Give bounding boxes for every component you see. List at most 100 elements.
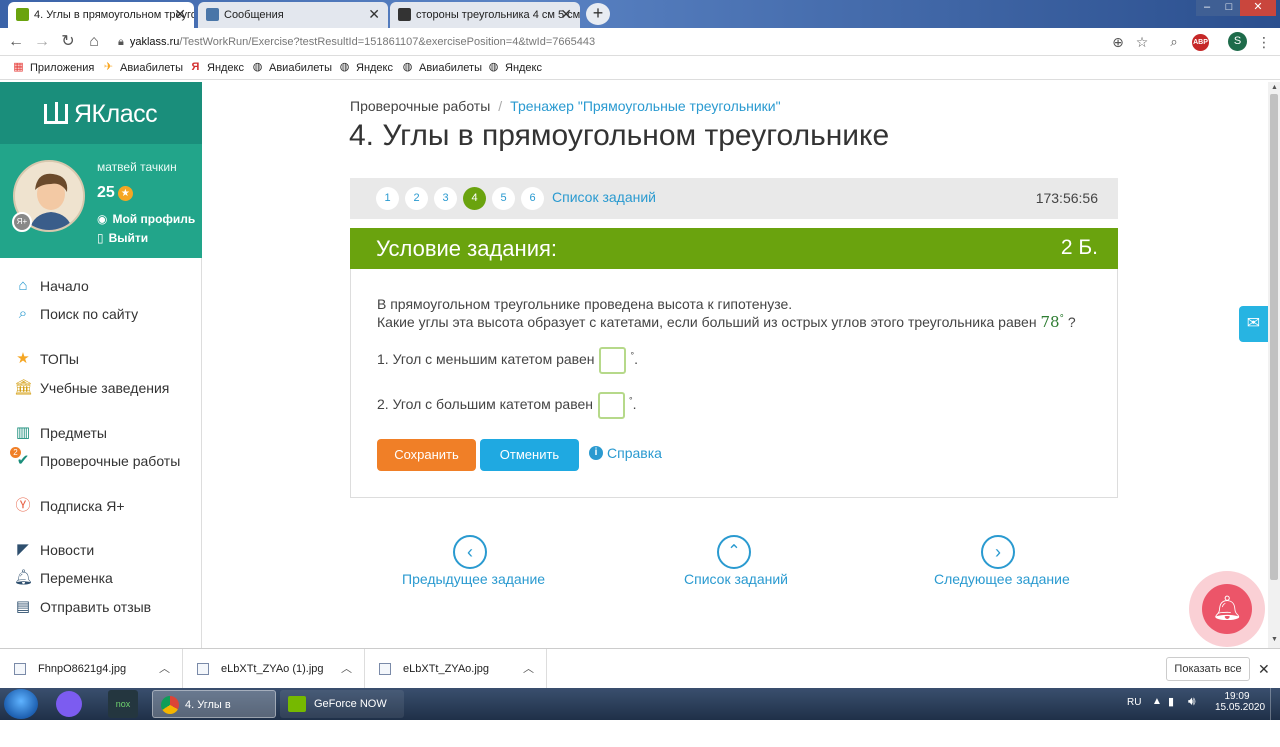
close-tab-icon[interactable]: ✕	[368, 6, 380, 23]
reload-icon[interactable]: ↻	[58, 32, 78, 52]
answer-row-2: 2. Угол с большим катетом равен °.	[377, 392, 637, 419]
books-icon: ▥	[15, 424, 31, 441]
image-file-icon	[197, 663, 209, 675]
search-icon[interactable]: ⌕	[1164, 32, 1184, 52]
taskbar-geforce-item[interactable]: GeForce NOW	[280, 690, 404, 718]
sidebar: ЯКласс Я+ матвей тачкин 25 ★ ◉ Мой профиль…	[0, 82, 202, 648]
menu-label: Начало	[40, 278, 89, 294]
bookmark-item[interactable]: ◍ Авиабилеты	[401, 60, 482, 76]
bookmark-apps[interactable]: ▦ Приложения	[12, 60, 94, 76]
close-tab-icon[interactable]: ✕	[174, 6, 186, 23]
bookmark-item[interactable]: Я Яндекс	[189, 60, 244, 76]
close-window-button[interactable]: ✕	[1240, 0, 1276, 16]
next-task-link[interactable]: Следующее задание	[934, 571, 1070, 587]
brand-header[interactable]: ЯКласс	[0, 82, 202, 144]
menu-item-subscription[interactable]: Ⓨ Подписка Я+	[14, 496, 124, 516]
home-icon[interactable]: ⌂	[84, 32, 104, 52]
page-button-2[interactable]: 2	[405, 187, 428, 210]
next-task-icon[interactable]: ›	[981, 535, 1015, 569]
nox-app-icon[interactable]: nox	[108, 690, 138, 718]
chevron-up-icon[interactable]: ︿	[159, 649, 170, 689]
cancel-button[interactable]: Отменить	[480, 439, 579, 471]
scroll-up-icon[interactable]: ▲	[1271, 84, 1278, 91]
new-tab-button[interactable]: +	[586, 3, 610, 25]
maximize-window-button[interactable]: □	[1218, 0, 1240, 16]
app-icon-purple[interactable]	[56, 691, 82, 717]
page-button-6[interactable]: 6	[521, 187, 544, 210]
tray-arrow-icon[interactable]: ▲	[1152, 696, 1162, 707]
answer-1-input[interactable]	[599, 347, 627, 374]
bookmark-item[interactable]: ◍ Яндекс	[338, 60, 393, 76]
download-item[interactable]: FhnpO8621g4.jpg ︿	[0, 649, 183, 689]
adblock-icon[interactable]: ABP	[1192, 34, 1209, 51]
menu-item-institutions[interactable]: 🏛︎ Учебные заведения	[14, 378, 169, 398]
download-item[interactable]: eLbXTt_ZYAo.jpg ︿	[365, 649, 547, 689]
browser-tab-2[interactable]: Сообщения ✕	[198, 2, 388, 28]
menu-item-home[interactable]: ⌂ Начало	[14, 276, 89, 296]
menu-item-news[interactable]: ◤ Новости	[14, 540, 94, 560]
page-button-4-current[interactable]: 4	[463, 187, 486, 210]
menu-item-tops[interactable]: ★ ТОПы	[14, 349, 79, 369]
breadcrumb-trainer-link[interactable]: Тренажер "Прямоугольные треугольники"	[510, 98, 780, 114]
menu-item-break[interactable]: 🔔︎ Переменка	[14, 568, 113, 588]
menu-item-search[interactable]: ⌕ Поиск по сайту	[14, 304, 138, 324]
volume-icon[interactable]: 🔊︎	[1188, 694, 1196, 709]
scrollbar-thumb[interactable]	[1270, 94, 1278, 580]
profile-avatar[interactable]: S	[1228, 32, 1247, 51]
start-button[interactable]	[4, 689, 38, 719]
chevron-up-icon[interactable]: ︿	[523, 649, 534, 689]
minimize-window-button[interactable]: –	[1196, 0, 1218, 16]
prev-task-link[interactable]: Предыдущее задание	[402, 571, 545, 587]
page-scrollbar[interactable]: ▲ ▼	[1268, 82, 1280, 648]
close-downloads-icon[interactable]: ✕	[1258, 661, 1270, 678]
download-filename: eLbXTt_ZYAo.jpg	[403, 663, 490, 675]
browser-tab-1[interactable]: 4. Углы в прямоугольном треуго ✕	[8, 2, 194, 28]
back-arrow-icon[interactable]: ←	[6, 32, 26, 52]
notification-bell-button[interactable]: 🔔︎	[1189, 571, 1265, 647]
menu-kebab-icon[interactable]: ⋮	[1254, 32, 1274, 52]
scroll-down-icon[interactable]: ▼	[1271, 636, 1278, 643]
taskbar-chrome-item[interactable]: 4. Углы в прямоу...	[152, 690, 276, 739]
menu-item-subjects[interactable]: ▥ Предметы	[14, 423, 107, 443]
prev-task-icon[interactable]: ‹	[453, 535, 487, 569]
url-field[interactable]: 🔒︎ yaklass.ru/TestWorkRun/Exercise?testRe…	[118, 32, 1108, 52]
help-link[interactable]: i Справка	[589, 445, 662, 461]
feedback-mail-icon[interactable]: ✉	[1239, 306, 1268, 342]
yandex-icon: Я	[191, 61, 200, 73]
answer-2-input[interactable]	[598, 392, 625, 419]
network-icon[interactable]: ▮	[1168, 695, 1174, 708]
breadcrumb-root[interactable]: Проверочные работы	[350, 98, 490, 114]
menu-item-feedback[interactable]: ▤ Отправить отзыв	[14, 597, 151, 617]
show-desktop-button[interactable]	[1270, 688, 1280, 720]
logout-icon: ▯	[97, 231, 104, 245]
bookmark-item[interactable]: ◍ Авиабилеты	[251, 60, 332, 76]
page-button-1[interactable]: 1	[376, 187, 399, 210]
my-profile-link[interactable]: ◉ Мой профиль	[97, 212, 195, 226]
add-bookmark-icon[interactable]: ⊕	[1108, 32, 1128, 52]
page-button-5[interactable]: 5	[492, 187, 515, 210]
home-icon: ⌂	[18, 277, 28, 294]
logout-link[interactable]: ▯ Выйти	[97, 231, 148, 245]
close-tab-icon[interactable]: ✕	[560, 6, 572, 23]
page-button-3[interactable]: 3	[434, 187, 457, 210]
bookmark-item[interactable]: ✈ Авиабилеты	[102, 60, 183, 76]
bookmark-label: Яндекс	[356, 62, 393, 74]
bookmark-item[interactable]: ◍ Яндекс	[487, 60, 542, 76]
task-list-link[interactable]: Список заданий	[552, 189, 656, 205]
user-name[interactable]: матвей тачкин	[97, 160, 177, 174]
language-indicator[interactable]: RU	[1127, 697, 1141, 708]
save-button[interactable]: Сохранить	[377, 439, 476, 471]
yaklass-logo[interactable]: ЯКласс	[44, 100, 158, 129]
bookmark-star-icon[interactable]: ☆	[1132, 32, 1152, 52]
clock[interactable]: 19:09 15.05.2020	[1215, 691, 1265, 713]
menu-item-tests[interactable]: ✔ 2 Проверочные работы	[10, 447, 180, 471]
task-list-bottom-link[interactable]: Список заданий	[684, 571, 788, 587]
chevron-up-icon[interactable]: ︿	[341, 649, 352, 689]
star-icon: ★	[16, 350, 30, 367]
forward-arrow-icon[interactable]: →	[32, 32, 52, 52]
show-all-downloads-button[interactable]: Показать все	[1166, 657, 1250, 681]
task-list-up-icon[interactable]: ⌃	[717, 535, 751, 569]
search-icon: ⌕	[18, 305, 28, 322]
browser-tab-3[interactable]: стороны треугольника 4 см 5 см ✕	[390, 2, 580, 28]
download-item[interactable]: eLbXTt_ZYAo (1).jpg ︿	[183, 649, 365, 689]
